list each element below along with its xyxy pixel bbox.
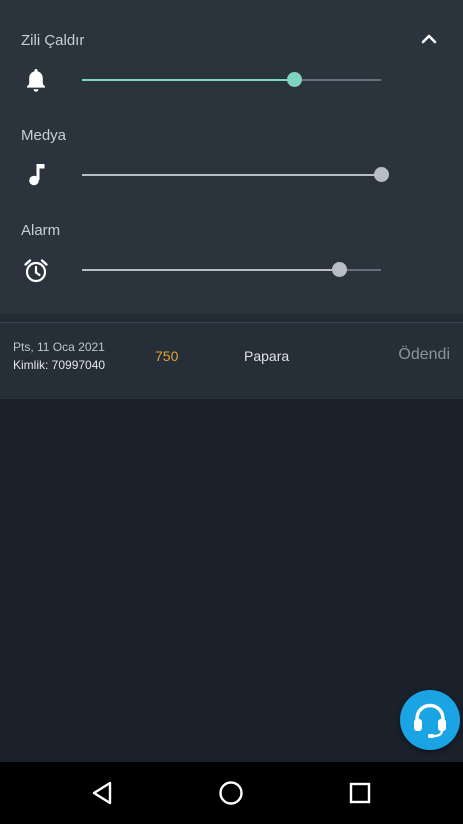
support-button[interactable] [400,690,460,750]
back-triangle-icon[interactable] [88,778,118,808]
panel-divider [0,314,463,322]
ringer-label: Zili Çaldır [21,32,85,49]
alarm-label: Alarm [21,222,61,239]
transaction-id: Kimlik: 70997040 [13,358,106,372]
home-circle-icon[interactable] [216,778,246,808]
transaction-row[interactable]: Pts, 11 Oca 2021 Kimlik: 70997040 750 Pa… [0,322,463,399]
recents-square-icon[interactable] [345,778,375,808]
volume-panel: Zili Çaldır Medya Alarm [0,0,463,314]
media-volume-slider[interactable] [82,167,389,182]
bell-icon[interactable] [22,66,50,94]
music-note-icon[interactable] [22,161,50,189]
headset-icon [414,703,446,738]
alarm-clock-icon[interactable] [22,257,50,285]
transaction-amount: 750 [155,348,179,364]
ringer-volume-fill [82,79,295,81]
media-label: Medya [21,127,67,144]
transaction-date: Pts, 11 Oca 2021 [13,340,105,354]
navigation-bar [0,762,463,824]
alarm-volume-fill [82,269,340,271]
alarm-volume-thumb[interactable] [332,262,348,277]
payment-method: Papara [244,348,290,364]
ringer-volume-slider[interactable] [82,72,381,87]
alarm-volume-slider[interactable] [82,262,381,277]
media-volume-fill [82,174,381,176]
media-volume-thumb[interactable] [374,167,389,182]
status-badge: Ödendi [398,346,450,363]
chevron-up-icon[interactable] [418,28,440,48]
ringer-volume-thumb[interactable] [287,72,303,87]
